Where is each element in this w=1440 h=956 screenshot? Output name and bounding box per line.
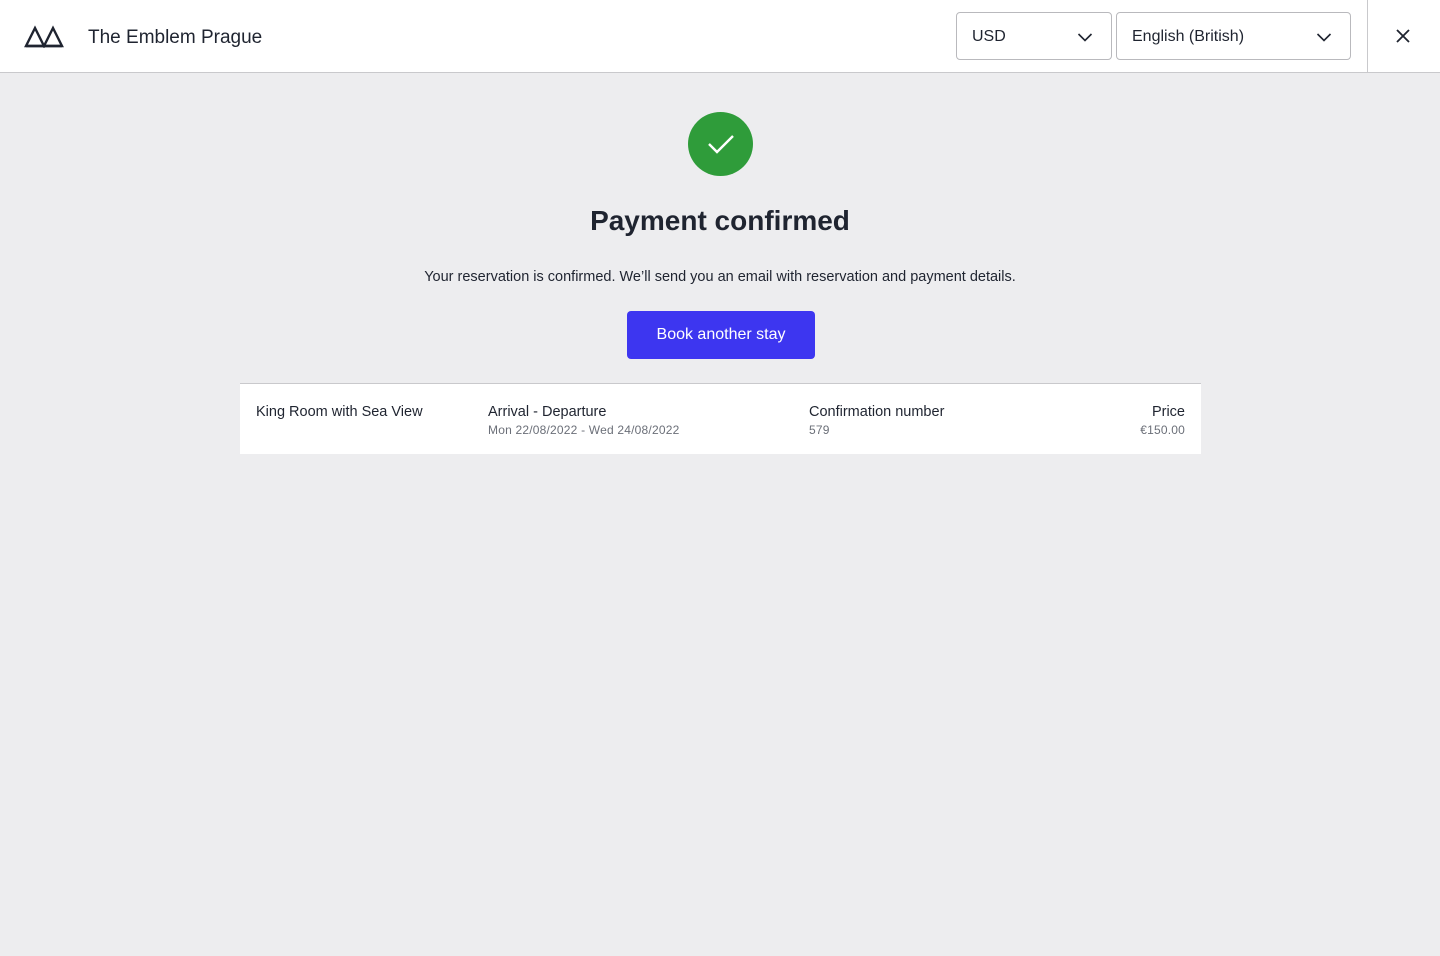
confirmation-number-value: 579 [809, 423, 830, 437]
reservation-summary: King Room with Sea View Arrival - Depart… [240, 383, 1201, 454]
language-select[interactable]: English (British) [1116, 12, 1351, 60]
room-name: King Room with Sea View [256, 404, 423, 420]
close-button[interactable] [1384, 18, 1422, 54]
top-header: The Emblem Prague USD English (British) [0, 0, 1440, 73]
book-another-stay-button[interactable]: Book another stay [627, 311, 815, 359]
language-value: English (British) [1132, 28, 1245, 45]
price-label: Price [1151, 404, 1185, 420]
dates-label: Arrival - Departure [488, 404, 607, 420]
close-icon [1396, 29, 1410, 43]
currency-value: USD [972, 28, 1006, 45]
price-value: €150.00 [1140, 423, 1185, 437]
mountain-logo-icon [24, 25, 64, 48]
chevron-down-icon [1316, 33, 1332, 42]
hotel-name: The Emblem Prague [88, 27, 263, 48]
checkmark-icon [707, 135, 734, 154]
confirmation-message: Your reservation is confirmed. We’ll sen… [424, 269, 1016, 285]
dates-value: Mon 22/08/2022 - Wed 24/08/2022 [488, 423, 680, 437]
currency-select[interactable]: USD [956, 12, 1112, 60]
success-badge [688, 112, 753, 176]
chevron-down-icon [1077, 33, 1093, 42]
header-divider [1367, 0, 1368, 72]
page-title: Payment confirmed [590, 205, 850, 236]
confirmation-number-label: Confirmation number [809, 404, 945, 420]
